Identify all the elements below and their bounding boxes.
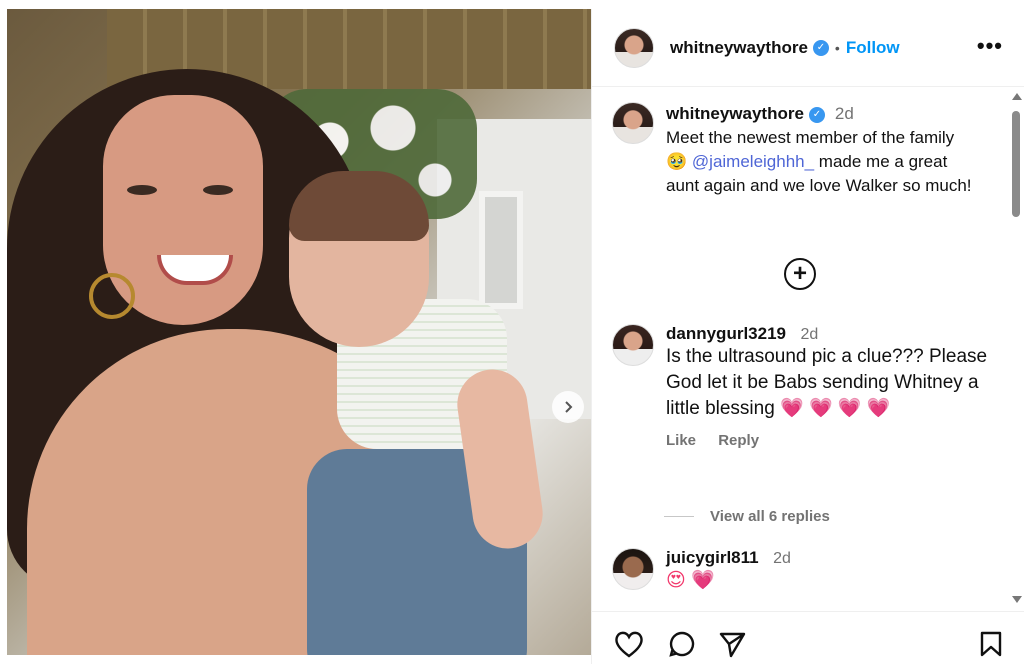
comment-text: 😍 💗	[666, 568, 996, 594]
next-photo-button[interactable]	[552, 391, 584, 423]
reply-button[interactable]: Reply	[718, 432, 759, 449]
scroll-up-icon[interactable]	[1012, 93, 1022, 100]
heart-icon[interactable]	[614, 630, 644, 663]
caption-line: Meet the newest member of the family	[666, 128, 955, 147]
bookmark-icon[interactable]	[979, 630, 1003, 663]
plus-circle-icon[interactable]: +	[784, 258, 816, 290]
separator-dot: •	[834, 39, 840, 56]
caption-emoji: 🥹	[666, 152, 688, 171]
avatar[interactable]	[612, 548, 654, 590]
comment-emoji: 💗 💗 💗 💗	[780, 398, 891, 419]
more-options-icon[interactable]: •••	[977, 33, 1003, 59]
post-photo	[7, 9, 591, 655]
comment-username[interactable]: dannygurl3219	[666, 324, 786, 343]
avatar[interactable]	[612, 102, 654, 144]
comment-icon[interactable]	[668, 630, 696, 663]
verified-icon: ✓	[808, 106, 825, 123]
comment-actions: Like Reply	[666, 432, 996, 449]
view-replies-label: View all 6 replies	[710, 508, 830, 525]
post-header: whitneywaythore ✓ • Follow •••	[592, 9, 1024, 87]
post-action-bar	[592, 611, 1024, 664]
avatar[interactable]	[612, 324, 654, 366]
follow-button[interactable]: Follow	[846, 38, 900, 58]
photo-earring	[89, 273, 135, 319]
photo-eye	[127, 185, 157, 195]
photo-baby-hair	[289, 171, 429, 241]
comment-emoji: 😍 💗	[666, 570, 715, 591]
photo-eye	[203, 185, 233, 195]
view-replies-button[interactable]: View all 6 replies	[664, 508, 830, 525]
photo-window	[479, 191, 523, 309]
comment-username[interactable]: juicygirl811	[666, 548, 759, 567]
comments-scroll-area[interactable]: whitneywaythore ✓ 2d Meet the newest membe…	[592, 88, 1024, 610]
post-side-panel: whitneywaythore ✓ • Follow ••• whitneywa…	[591, 9, 1024, 664]
post-caption: whitneywaythore ✓ 2d Meet the newest membe…	[612, 102, 972, 198]
verified-icon: ✓	[812, 39, 829, 56]
caption-text: whitneywaythore ✓ 2d Meet the newest membe…	[666, 102, 972, 198]
caption-username[interactable]: whitneywaythore	[666, 104, 804, 123]
avatar[interactable]	[614, 27, 654, 68]
comment-item: juicygirl811 2d 😍 💗	[612, 548, 996, 594]
send-icon[interactable]	[718, 630, 746, 663]
comment-time[interactable]: 2d	[773, 550, 791, 567]
comment-body: juicygirl811 2d 😍 💗	[666, 548, 996, 594]
scroll-down-icon[interactable]	[1012, 596, 1022, 603]
comment-time[interactable]: 2d	[800, 326, 818, 343]
scrollbar-thumb[interactable]	[1012, 111, 1020, 217]
caption-mention[interactable]: @jaimeleighhh_	[692, 152, 814, 171]
chevron-right-icon	[565, 401, 573, 413]
like-comment-button[interactable]: Like	[666, 432, 696, 449]
replies-divider	[664, 516, 694, 517]
scrollbar[interactable]	[1010, 93, 1022, 603]
author-username[interactable]: whitneywaythore	[670, 38, 808, 58]
comment-text: Is the ultrasound pic a clue??? Please G…	[666, 344, 996, 422]
comment-body: dannygurl3219 2d Is the ultrasound pic a…	[666, 324, 996, 449]
comment-item: dannygurl3219 2d Is the ultrasound pic a…	[612, 324, 996, 449]
caption-time[interactable]: 2d	[835, 104, 854, 123]
